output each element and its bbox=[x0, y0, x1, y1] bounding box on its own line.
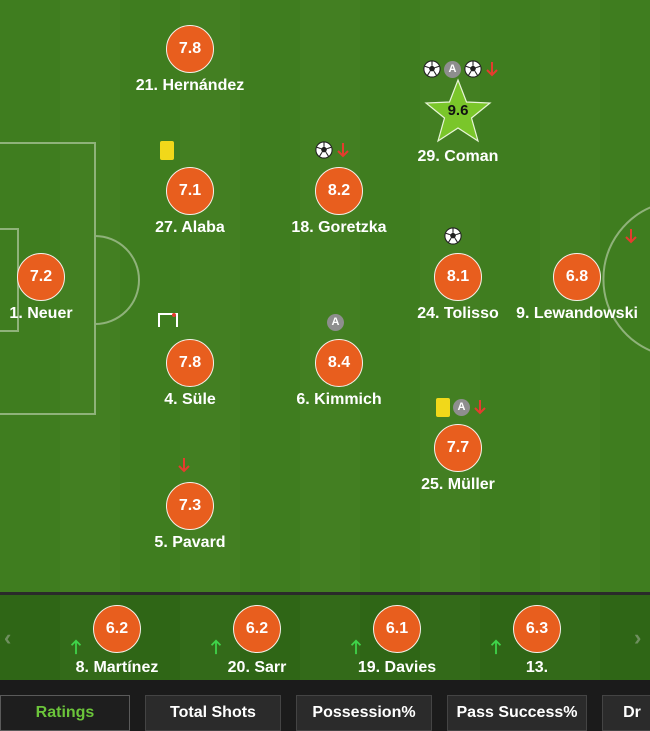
player-lewandowski[interactable]: 6.8 9. Lewandowski bbox=[507, 229, 647, 333]
bench-player-davies[interactable]: 6.1 19. Davies bbox=[327, 605, 467, 680]
player-name: 13. bbox=[525, 659, 549, 676]
player-rating: 6.1 bbox=[373, 605, 421, 653]
player-rating: 6.3 bbox=[513, 605, 561, 653]
captain-armband-icon: A bbox=[453, 398, 470, 416]
sub-off-arrow-icon bbox=[485, 61, 499, 77]
soccer-ball-icon bbox=[423, 60, 441, 78]
football-pitch: 7.8 21. Hernández 9.6 29. Coman A 7.1 27. Alab… bbox=[0, 0, 650, 592]
soccer-ball-icon bbox=[444, 227, 462, 245]
player-name: 5. Pavard bbox=[154, 534, 226, 551]
player-event-icons: A bbox=[327, 312, 344, 332]
player-event-icons bbox=[315, 140, 350, 160]
yellow-card-icon bbox=[160, 140, 174, 160]
player-rating: 6.2 bbox=[93, 605, 141, 653]
player-rating: 9.6 bbox=[447, 102, 469, 119]
tab-pass-success[interactable]: Pass Success% bbox=[447, 695, 587, 731]
player-name: 1. Neuer bbox=[9, 305, 73, 322]
player-rating: 6.8 bbox=[553, 253, 601, 301]
soccer-ball-icon bbox=[315, 141, 333, 159]
player-kimmich[interactable]: 8.4 6. Kimmich A bbox=[269, 313, 409, 419]
tab-ratings[interactable]: Ratings bbox=[0, 695, 130, 731]
player-event-icons bbox=[624, 226, 638, 246]
player-rating: 8.1 bbox=[434, 253, 482, 301]
player-name: 29. Coman bbox=[417, 148, 499, 165]
player-event-icons bbox=[160, 140, 174, 160]
player-neuer[interactable]: 7.2 1. Neuer bbox=[0, 253, 111, 333]
player-rating: 6.2 bbox=[233, 605, 281, 653]
player-event-icons bbox=[157, 312, 179, 332]
bench-player-sarr[interactable]: 6.2 20. Sarr bbox=[187, 605, 327, 680]
player-hernandez[interactable]: 7.8 21. Hernández bbox=[120, 25, 260, 105]
player-rating: 7.2 bbox=[17, 253, 65, 301]
soccer-ball-icon bbox=[464, 60, 482, 78]
top-rated-star-badge: 9.6 bbox=[423, 78, 493, 144]
player-muller[interactable]: 7.7 25. Müller A bbox=[388, 397, 528, 504]
player-alaba[interactable]: 7.1 27. Alaba bbox=[120, 140, 260, 247]
bench-prev-arrow-icon[interactable]: ‹ bbox=[4, 625, 11, 651]
player-coman[interactable]: 9.6 29. Coman A bbox=[388, 60, 528, 176]
captain-armband-icon: A bbox=[444, 60, 461, 78]
sub-off-arrow-icon bbox=[336, 142, 350, 158]
player-name: 18. Goretzka bbox=[291, 219, 387, 236]
player-goretzka[interactable]: 8.2 18. Goretzka bbox=[269, 141, 409, 247]
sub-on-arrow-icon bbox=[209, 639, 223, 657]
sub-off-arrow-icon bbox=[177, 457, 191, 473]
bench-next-arrow-icon[interactable]: › bbox=[634, 625, 641, 651]
player-rating: 7.8 bbox=[166, 339, 214, 387]
captain-armband-icon: A bbox=[327, 313, 344, 331]
player-rating: 7.8 bbox=[166, 25, 214, 73]
player-rating: 7.1 bbox=[166, 167, 214, 215]
sub-on-arrow-icon bbox=[69, 639, 83, 657]
player-name: 21. Hernández bbox=[135, 77, 245, 94]
player-rating: 8.2 bbox=[315, 167, 363, 215]
player-rating: 8.4 bbox=[315, 339, 363, 387]
bench-player-thirteen[interactable]: 6.3 13. bbox=[467, 605, 607, 680]
player-rating: 7.7 bbox=[434, 424, 482, 472]
tab-possession[interactable]: Possession% bbox=[296, 695, 432, 731]
sub-on-arrow-icon bbox=[349, 639, 363, 657]
tab-dr[interactable]: Dr bbox=[602, 695, 650, 731]
player-rating: 7.3 bbox=[166, 482, 214, 530]
substitutes-bar: ‹ › 6.2 8. Martínez 6.2 20. Sarr 6.1 19. Davies… bbox=[0, 592, 650, 680]
player-sule[interactable]: 7.8 4. Süle bbox=[120, 312, 260, 419]
stat-tabs: Ratings Total Shots Possession% Pass Succes… bbox=[0, 680, 650, 731]
player-event-icons bbox=[177, 455, 191, 475]
player-event-icons: A bbox=[436, 397, 487, 417]
player-event-icons bbox=[444, 226, 462, 246]
sub-on-arrow-icon bbox=[489, 639, 503, 657]
sub-off-arrow-icon bbox=[624, 228, 638, 244]
player-event-icons: A bbox=[423, 59, 499, 79]
player-pavard[interactable]: 7.3 5. Pavard bbox=[120, 458, 260, 562]
player-name: 9. Lewandowski bbox=[516, 305, 638, 322]
bench-player-martinez[interactable]: 6.2 8. Martínez bbox=[47, 605, 187, 680]
sub-off-arrow-icon bbox=[473, 399, 487, 415]
goal-frame-icon bbox=[157, 312, 179, 333]
player-name: 6. Kimmich bbox=[296, 391, 382, 408]
player-name: 25. Müller bbox=[421, 476, 495, 493]
yellow-card-icon bbox=[436, 397, 450, 417]
tab-total-shots[interactable]: Total Shots bbox=[145, 695, 281, 731]
